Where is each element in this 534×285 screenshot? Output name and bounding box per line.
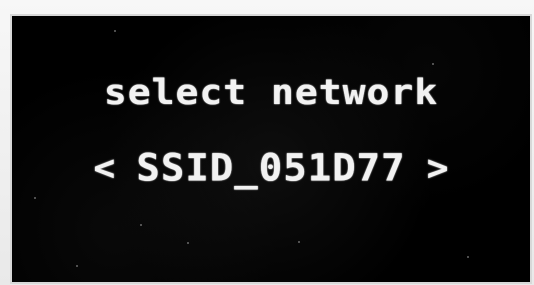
dust-speck [467,256,469,258]
previous-network-arrow-icon[interactable]: < [90,150,118,187]
oled-display: select network < SSID_051D77 > [12,16,530,282]
selected-network-ssid: SSID_051D77 [136,147,406,190]
screen-title: select network [103,71,439,113]
network-selector[interactable]: < SSID_051D77 > [12,149,530,188]
dust-speck [187,242,189,244]
dust-speck [114,30,116,32]
dust-speck [76,265,78,267]
dust-speck [298,241,300,243]
next-network-arrow-icon[interactable]: > [424,150,452,187]
dust-speck [432,63,434,65]
dust-speck [34,197,36,199]
dust-speck [140,224,142,226]
device-bezel: select network < SSID_051D77 > [0,0,534,285]
